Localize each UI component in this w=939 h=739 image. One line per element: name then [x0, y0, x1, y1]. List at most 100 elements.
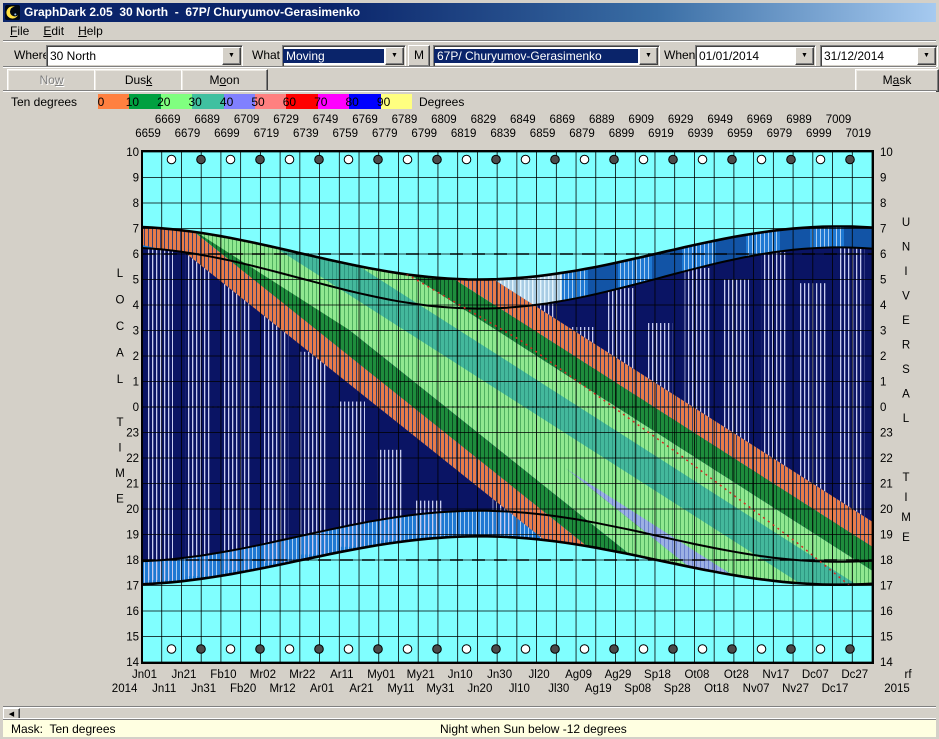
svg-text:22: 22 — [126, 453, 139, 465]
svg-text:6799: 6799 — [411, 128, 437, 140]
svg-text:6879: 6879 — [569, 128, 595, 140]
svg-text:5: 5 — [880, 275, 886, 287]
title-bar[interactable]: GraphDark 2.05 30 North - 67P/ Churyumov… — [3, 3, 936, 22]
svg-text:1: 1 — [880, 377, 886, 389]
svg-text:20: 20 — [126, 504, 139, 516]
svg-text:Ag29: Ag29 — [605, 669, 632, 681]
svg-text:2: 2 — [133, 351, 139, 363]
svg-text:16: 16 — [126, 606, 139, 618]
svg-text:6829: 6829 — [471, 114, 497, 126]
svg-text:7009: 7009 — [826, 114, 852, 126]
svg-text:6859: 6859 — [530, 128, 556, 140]
svg-text:Jn10: Jn10 — [448, 669, 473, 681]
chevron-down-icon[interactable]: ▼ — [385, 47, 404, 65]
svg-text:1: 1 — [133, 377, 139, 389]
svg-text:6669: 6669 — [155, 114, 181, 126]
svg-text:4: 4 — [133, 300, 140, 312]
svg-text:T: T — [902, 472, 909, 484]
svg-text:Jl20: Jl20 — [529, 669, 550, 681]
now-button[interactable]: Now — [7, 69, 96, 92]
svg-text:19: 19 — [880, 530, 893, 542]
svg-text:N: N — [902, 242, 910, 254]
svg-text:6869: 6869 — [550, 114, 576, 126]
svg-text:23: 23 — [880, 428, 893, 440]
svg-text:6689: 6689 — [194, 114, 220, 126]
menu-help[interactable]: Help — [71, 23, 110, 39]
svg-text:V: V — [902, 291, 910, 303]
dusk-button[interactable]: Dusk — [94, 69, 183, 92]
svg-text:Ar01: Ar01 — [310, 683, 334, 695]
svg-text:22: 22 — [880, 453, 893, 465]
svg-text:6729: 6729 — [273, 114, 299, 126]
svg-text:6899: 6899 — [609, 128, 635, 140]
svg-text:6939: 6939 — [688, 128, 714, 140]
svg-text:14: 14 — [880, 657, 893, 669]
svg-text:19: 19 — [126, 530, 139, 542]
svg-text:6749: 6749 — [313, 114, 339, 126]
svg-text:8: 8 — [133, 198, 139, 210]
svg-text:Ag19: Ag19 — [585, 683, 612, 695]
selection-toolbar: Where 30 North ▼ What Moving ▼ M 67P/ Ch… — [3, 40, 936, 67]
legend-tick-label: 40 — [220, 95, 233, 109]
what-combobox[interactable]: Moving ▼ — [282, 45, 406, 67]
moon-button[interactable]: Moon — [181, 69, 268, 92]
svg-text:Jl10: Jl10 — [509, 683, 530, 695]
legend-tick-label: 0 — [98, 95, 105, 109]
svg-text:6919: 6919 — [648, 128, 674, 140]
svg-text:6719: 6719 — [254, 128, 280, 140]
legend-tick-label: 90 — [377, 95, 390, 109]
svg-text:Jn20: Jn20 — [467, 683, 492, 695]
horizontal-scrollbar[interactable]: ◀ — [3, 706, 936, 720]
svg-text:S: S — [902, 364, 910, 376]
svg-text:Sp08: Sp08 — [624, 683, 651, 695]
svg-text:Ot18: Ot18 — [704, 683, 729, 695]
status-mask-text: Mask: Ten degrees — [11, 722, 116, 736]
status-night-text: Night when Sun below -12 degrees — [440, 722, 627, 736]
svg-text:9: 9 — [880, 173, 886, 185]
object-combobox[interactable]: 67P/ Churyumov-Gerasimenko ▼ — [433, 45, 660, 67]
svg-text:Nv17: Nv17 — [762, 669, 789, 681]
svg-text:7: 7 — [133, 224, 139, 236]
svg-text:Jn30: Jn30 — [487, 669, 512, 681]
svg-text:Mr12: Mr12 — [269, 683, 295, 695]
svg-text:16: 16 — [880, 606, 893, 618]
chevron-down-icon[interactable]: ▼ — [795, 47, 814, 65]
svg-text:6969: 6969 — [747, 114, 773, 126]
menu-file[interactable]: File — [3, 23, 36, 39]
svg-text:6659: 6659 — [135, 128, 161, 140]
svg-text:Sp28: Sp28 — [664, 683, 691, 695]
chevron-down-icon[interactable]: ▼ — [917, 47, 936, 65]
svg-text:23: 23 — [126, 428, 139, 440]
date-end-combobox[interactable]: 31/12/2014 ▼ — [820, 45, 938, 67]
chevron-down-icon[interactable]: ▼ — [222, 47, 241, 65]
svg-text:6959: 6959 — [727, 128, 753, 140]
svg-text:Dc07: Dc07 — [802, 669, 829, 681]
date-end-value: 31/12/2014 — [821, 49, 916, 63]
svg-text:6699: 6699 — [214, 128, 240, 140]
svg-text:6679: 6679 — [175, 128, 201, 140]
svg-text:I: I — [118, 443, 121, 455]
date-start-value: 01/01/2014 — [696, 49, 794, 63]
svg-text:My31: My31 — [426, 683, 454, 695]
svg-text:R: R — [902, 340, 910, 352]
menu-edit[interactable]: Edit — [36, 23, 71, 39]
svg-text:T: T — [116, 417, 123, 429]
svg-text:Jn01: Jn01 — [132, 669, 157, 681]
what-label: What — [252, 48, 280, 62]
svg-text:10: 10 — [880, 147, 893, 159]
legend-tick-label: 60 — [283, 95, 296, 109]
m-button[interactable]: M — [408, 45, 430, 67]
chevron-down-icon[interactable]: ▼ — [639, 47, 658, 65]
svg-text:Dc27: Dc27 — [841, 669, 868, 681]
svg-text:C: C — [116, 321, 124, 333]
date-start-combobox[interactable]: 01/01/2014 ▼ — [695, 45, 816, 67]
svg-text:A: A — [116, 348, 124, 360]
mask-button[interactable]: Mask — [855, 69, 939, 92]
svg-text:A: A — [902, 389, 910, 401]
where-label: Where — [14, 48, 49, 62]
altitude-color-scale: 0102030405060708090 — [98, 94, 412, 109]
svg-text:17: 17 — [880, 581, 893, 593]
svg-text:6759: 6759 — [333, 128, 359, 140]
where-combobox[interactable]: 30 North ▼ — [46, 45, 243, 67]
svg-text:7: 7 — [880, 224, 886, 236]
